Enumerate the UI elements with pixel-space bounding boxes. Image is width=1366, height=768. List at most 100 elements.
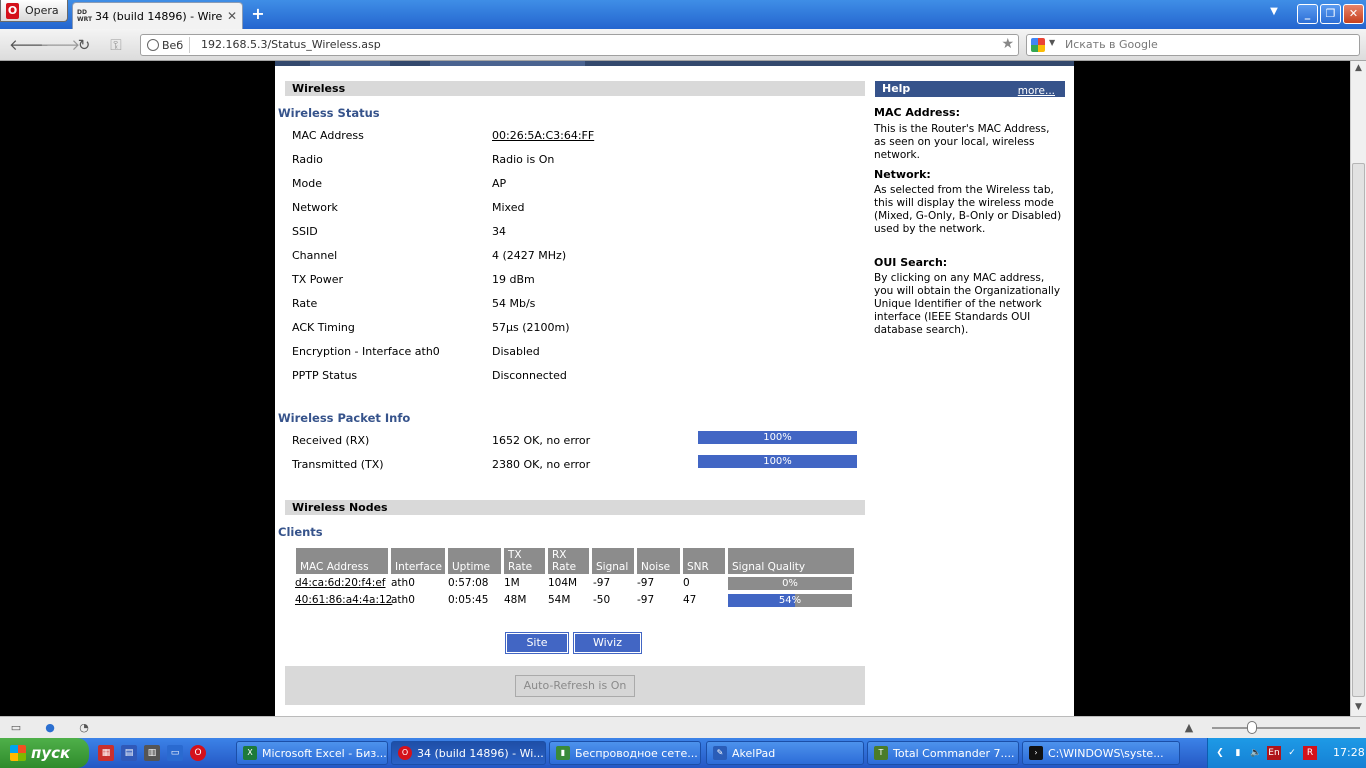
opera-unite-icon[interactable]: ● bbox=[42, 720, 58, 735]
maximize-button[interactable]: ❐ bbox=[1320, 4, 1341, 24]
new-tab-button[interactable]: + bbox=[248, 5, 268, 23]
client-signal: -97 bbox=[593, 577, 611, 589]
tray-app-icon[interactable]: ✓ bbox=[1285, 746, 1299, 760]
quicklaunch-opera-icon[interactable]: O bbox=[190, 745, 206, 761]
task-total-commander[interactable]: T Total Commander 7.... bbox=[867, 741, 1019, 765]
quicklaunch-calc-icon[interactable]: ▥ bbox=[144, 745, 160, 761]
opera-icon: O bbox=[398, 746, 412, 760]
task-akelpad[interactable]: ✎ AkelPad bbox=[706, 741, 864, 765]
label-network: Network bbox=[292, 201, 338, 214]
signal-icon: ▮ bbox=[556, 746, 570, 760]
client-mac-link[interactable]: 40:61:86:a4:4a:12 bbox=[295, 594, 392, 606]
chevron-down-icon[interactable]: ▼ bbox=[1049, 38, 1055, 47]
security-badge[interactable]: Веб bbox=[144, 37, 191, 53]
forward-arrow-icon[interactable]: 🡒 bbox=[40, 35, 80, 55]
clock: 17:28 bbox=[1333, 746, 1365, 759]
client-snr: 47 bbox=[683, 594, 697, 606]
vertical-scrollbar[interactable]: ▲ ▼ bbox=[1350, 61, 1366, 716]
quicklaunch-desktop-icon[interactable]: ▭ bbox=[167, 745, 183, 761]
language-indicator[interactable]: En bbox=[1267, 746, 1281, 760]
task-excel[interactable]: X Microsoft Excel - Биз... bbox=[236, 741, 388, 765]
col-tx-rate: TX Rate bbox=[504, 548, 545, 574]
scroll-up-icon[interactable]: ▲ bbox=[1351, 61, 1366, 76]
value-transmitted: 2380 OK, no error bbox=[492, 458, 591, 471]
volume-icon[interactable]: 🔈 bbox=[1249, 746, 1263, 760]
zoom-slider-thumb[interactable] bbox=[1247, 721, 1257, 734]
label-encryption: Encryption - Interface ath0 bbox=[292, 345, 440, 358]
label-pptp-status: PPTP Status bbox=[292, 369, 358, 382]
quicklaunch-app-icon[interactable]: ▦ bbox=[98, 745, 114, 761]
value-ack-timing: 57µs (2100m) bbox=[492, 321, 570, 334]
client-noise: -97 bbox=[637, 577, 655, 589]
zoom-slider-track[interactable] bbox=[1212, 727, 1360, 729]
auto-refresh-button[interactable]: Auto-Refresh is On bbox=[515, 675, 635, 697]
value-mac-address-link[interactable]: 00:26:5A:C3:64:FF bbox=[492, 129, 594, 142]
value-ssid: 34 bbox=[492, 225, 506, 238]
view-arrow-icon[interactable]: ▲ bbox=[1181, 720, 1197, 735]
key-icon[interactable]: ⚿ bbox=[105, 35, 127, 55]
value-network: Mixed bbox=[492, 201, 525, 214]
client-tx-rate: 48M bbox=[504, 594, 527, 606]
bookmark-star-icon[interactable]: ★ bbox=[1001, 36, 1014, 52]
client-uptime: 0:05:45 bbox=[448, 594, 489, 606]
scrollbar-thumb[interactable] bbox=[1352, 163, 1365, 697]
label-mode: Mode bbox=[292, 177, 322, 190]
label-radio: Radio bbox=[292, 153, 323, 166]
address-bar[interactable]: Веб 192.168.5.3/Status_Wireless.asp ★ bbox=[140, 34, 1019, 56]
network-signal-icon[interactable]: ▮ bbox=[1231, 746, 1245, 760]
search-field[interactable]: ▼ Искать в Google bbox=[1026, 34, 1360, 56]
label-transmitted: Transmitted (TX) bbox=[292, 458, 384, 471]
col-snr: SNR bbox=[683, 548, 725, 574]
menu-strip bbox=[275, 61, 1074, 66]
task-wireless-network[interactable]: ▮ Беспроводное сете... bbox=[549, 741, 701, 765]
client-uptime: 0:57:08 bbox=[448, 577, 489, 589]
start-button[interactable]: пуск bbox=[0, 738, 89, 768]
clients-title: Clients bbox=[278, 525, 323, 539]
tab-router-status[interactable]: DD WRT 34 (build 14896) - Wireless ✕ bbox=[72, 2, 243, 29]
value-rate: 54 Mb/s bbox=[492, 297, 536, 310]
client-rx-rate: 104M bbox=[548, 577, 578, 589]
signal-quality-bar: 0% bbox=[728, 577, 852, 590]
panel-toggle-icon[interactable]: ▭ bbox=[8, 720, 24, 735]
reload-icon[interactable]: ↻ bbox=[73, 35, 95, 55]
google-icon[interactable] bbox=[1031, 38, 1045, 52]
back-arrow-icon[interactable]: 🡐 bbox=[9, 35, 49, 55]
tx-meter: 100% bbox=[698, 455, 857, 468]
client-noise: -97 bbox=[637, 594, 655, 606]
help-mac-title: MAC Address: bbox=[874, 106, 961, 119]
label-rate: Rate bbox=[292, 297, 318, 310]
total-commander-icon: T bbox=[874, 746, 888, 760]
wiviz-survey-button[interactable]: Wiviz survey bbox=[573, 632, 642, 667]
help-mac-text: This is the Router's MAC Address, as see… bbox=[874, 123, 1050, 161]
url-text[interactable]: 192.168.5.3/Status_Wireless.asp bbox=[201, 38, 381, 51]
label-ack-timing: ACK Timing bbox=[292, 321, 355, 334]
minimize-button[interactable]: _ bbox=[1297, 4, 1318, 24]
client-interface: ath0 bbox=[391, 577, 415, 589]
quicklaunch-save-icon[interactable]: ▤ bbox=[121, 745, 137, 761]
client-tx-rate: 1M bbox=[504, 577, 520, 589]
col-signal-quality: Signal Quality bbox=[728, 548, 854, 574]
router-status-page: Wireless Wireless Status MAC Address 00:… bbox=[275, 61, 1074, 716]
antivirus-icon[interactable]: R bbox=[1303, 746, 1317, 760]
help-network-text: As selected from the Wireless tab, this … bbox=[874, 184, 1062, 235]
client-mac-link[interactable]: d4:ca:6d:20:f4:ef bbox=[295, 577, 385, 589]
turbo-icon[interactable]: ◔ bbox=[76, 720, 92, 735]
tray-expand-icon[interactable]: ❮ bbox=[1213, 746, 1227, 760]
site-survey-button[interactable]: Site Survey bbox=[505, 632, 569, 667]
scroll-down-icon[interactable]: ▼ bbox=[1351, 700, 1366, 715]
search-placeholder[interactable]: Искать в Google bbox=[1065, 38, 1158, 51]
label-channel: Channel bbox=[292, 249, 338, 262]
task-command-prompt[interactable]: › C:\WINDOWS\syste... bbox=[1022, 741, 1180, 765]
close-window-button[interactable]: ✕ bbox=[1343, 4, 1364, 24]
help-title: Help bbox=[882, 82, 911, 95]
help-oui-text: By clicking on any MAC address, you will… bbox=[874, 272, 1061, 336]
help-oui-title: OUI Search: bbox=[874, 256, 948, 269]
signal-quality-bar: 54% bbox=[728, 594, 852, 607]
task-opera[interactable]: O 34 (build 14896) - Wi... bbox=[391, 741, 546, 765]
akelpad-icon: ✎ bbox=[713, 746, 727, 760]
help-more-link[interactable]: more... bbox=[1018, 83, 1055, 99]
col-signal: Signal bbox=[592, 548, 634, 574]
opera-menu-button[interactable]: O Opera bbox=[0, 0, 68, 22]
tab-list-chevron-icon[interactable]: ▼ bbox=[1266, 6, 1282, 22]
tab-close-icon[interactable]: ✕ bbox=[227, 9, 237, 23]
